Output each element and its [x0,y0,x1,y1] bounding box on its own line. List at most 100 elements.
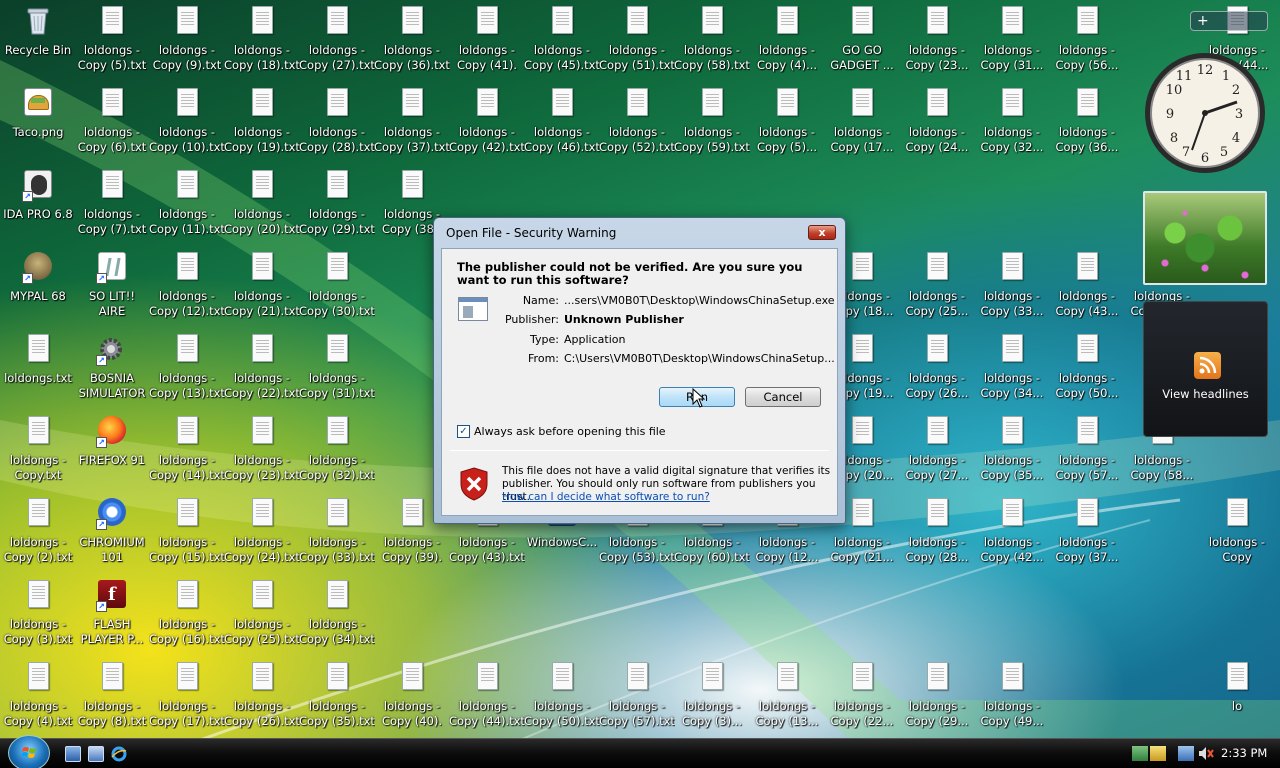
desktop-icon[interactable]: loldongs - Copy (11).txt [149,168,225,248]
desktop-icon[interactable]: loldongs - Copy (15).txt [149,496,225,576]
start-button[interactable] [8,735,50,768]
desktop-icon[interactable]: loldongs - Copy (57... [1049,414,1125,494]
desktop-icon[interactable]: Recycle Bin [0,4,76,84]
desktop-icon[interactable]: loldongs - Copy (57).txt [599,660,675,740]
desktop-icon[interactable]: loldongs - Copy (8).txt [74,660,150,740]
slideshow-gadget[interactable] [1143,191,1267,285]
desktop-icon[interactable]: loldongs - Copy (59).txt [674,86,750,166]
desktop-icon[interactable]: loldongs - Copy (19).txt [224,86,300,166]
desktop-icon[interactable]: lo [1199,660,1275,740]
desktop-icon[interactable]: loldongs - Copy (14).txt [149,414,225,494]
desktop-icon[interactable]: loldongs - Copy (20).txt [224,168,300,248]
desktop-icon[interactable]: loldongs - Copy (30).txt [299,250,375,330]
desktop-icon[interactable]: loldongs - Copy (36).txt [374,4,450,84]
desktop-icon[interactable]: loldongs - Copy (41). [449,4,525,84]
desktop-icon[interactable]: loldongs - Copy (17).txt [149,660,225,740]
desktop-icon[interactable]: loldongs - Copy (35... [974,414,1050,494]
desktop-icon[interactable]: Taco.png [0,86,76,166]
desktop-icon[interactable]: loldongs - Copy (26).txt [224,660,300,740]
gadget-toolbar[interactable]: + [1190,11,1268,31]
security-center-tray-icon[interactable] [1150,746,1166,761]
desktop-icon[interactable]: loldongs - Copy (31).txt [299,332,375,412]
view-headlines-link[interactable]: View headlines [1144,387,1267,401]
desktop-icon[interactable]: loldongs - Copy (26... [899,332,975,412]
always-ask-label[interactable]: Always ask before opening this file [474,425,666,438]
desktop-icon[interactable]: loldongs - Copy (45).txt [524,4,600,84]
always-ask-checkbox[interactable]: ✓ [457,425,470,438]
desktop-icon[interactable]: GO GO GADGET ... [824,4,900,84]
desktop-icon[interactable]: loldongs - Copy (37).txt [374,86,450,166]
desktop-icon[interactable]: loldongs - Copy (12).txt [149,250,225,330]
desktop-icon[interactable]: loldongs - Copy (6).txt [74,86,150,166]
desktop-icon[interactable]: ↗ IDA PRO 6.8 [0,168,76,248]
volume-muted-icon[interactable] [1198,746,1214,761]
desktop-icon[interactable]: loldongs - Copy (18).txt [224,4,300,84]
desktop-icon[interactable]: loldongs - Copy (27... [899,414,975,494]
desktop-icon[interactable]: loldongs - Copy (28... [899,496,975,576]
clock-gadget[interactable]: 12 3 6 9 12 45 78 1011 [1142,50,1268,176]
desktop-icon[interactable]: loldongs - Copy (37... [1049,496,1125,576]
desktop-icon[interactable]: loldongs - Copy (25).txt [224,578,300,658]
desktop-icon[interactable]: loldongs - Copy (9).txt [149,4,225,84]
desktop-icon[interactable]: loldongs - Copy (22).txt [224,332,300,412]
desktop-icon[interactable]: loldongs - Copy (3)... [674,660,750,740]
desktop-icon[interactable]: loldongs - Copy (35).txt [299,660,375,740]
desktop-icon[interactable]: loldongs - Copy.txt [0,414,76,494]
desktop-icon[interactable]: loldongs - Copy (10).txt [149,86,225,166]
desktop-icon[interactable]: loldongs - Copy (36... [1049,86,1125,166]
desktop-icon[interactable]: loldongs - Copy (34... [974,332,1050,412]
desktop-icon[interactable]: loldongs - Copy (58).txt [674,4,750,84]
desktop-icon[interactable]: ↗ SO LIT!! AIRE [74,250,150,330]
desktop-icon[interactable]: loldongs - Copy (4)... [749,4,825,84]
desktop-icon[interactable]: ↗ CHROMIUM 101 [74,496,150,576]
desktop-icon[interactable]: loldongs - Copy (50... [1049,332,1125,412]
desktop-icon[interactable]: loldongs - Copy (29).txt [299,168,375,248]
desktop-icon[interactable]: loldongs - Copy (23).txt [224,414,300,494]
desktop-icon[interactable]: loldongs.txt [0,332,76,412]
desktop-icon[interactable]: ↗ BOSNIA SIMULATOR [74,332,150,412]
desktop-icon[interactable]: loldongs - Copy (40). [374,660,450,740]
desktop-icon[interactable]: loldongs - Copy (4).txt [0,660,76,740]
desktop-icon[interactable]: loldongs - Copy (52).txt [599,86,675,166]
desktop-icon[interactable]: loldongs - Copy (46).txt [524,86,600,166]
desktop-icon[interactable]: loldongs - Copy (24).txt [224,496,300,576]
desktop-icon[interactable]: loldongs - Copy (32).txt [299,414,375,494]
desktop-icon[interactable]: loldongs - Copy (32... [974,86,1050,166]
desktop-icon[interactable]: loldongs - Copy (33... [974,250,1050,330]
desktop-icon[interactable]: loldongs - Copy (2).txt [0,496,76,576]
switch-windows-icon[interactable] [88,746,104,762]
internet-explorer-icon[interactable] [111,746,127,762]
desktop-icon[interactable]: loldongs - Copy (17... [824,86,900,166]
close-button[interactable]: x [808,225,836,240]
cancel-button[interactable]: Cancel [745,387,821,407]
help-link[interactable]: How can I decide what software to run? [502,491,710,503]
desktop-icon[interactable]: loldongs - Copy (33).txt [299,496,375,576]
desktop-icon[interactable]: loldongs - Copy (34).txt [299,578,375,658]
desktop-icon[interactable]: loldongs - Copy [1199,496,1275,576]
desktop-icon[interactable]: loldongs - Copy (29... [899,660,975,740]
computer-tray-icon[interactable] [1178,746,1194,761]
desktop-icon[interactable]: loldongs - Copy (50).txt [524,660,600,740]
desktop-icon[interactable]: loldongs - Copy (24... [899,86,975,166]
desktop-icon[interactable]: loldongs - Copy (43... [1049,250,1125,330]
desktop-icon[interactable]: loldongs - Copy (7).txt [74,168,150,248]
desktop-icon[interactable]: loldongs - Copy (27).txt [299,4,375,84]
desktop-icon[interactable]: loldongs - Copy (5)... [749,86,825,166]
desktop-icon[interactable]: loldongs - Copy (42).txt [449,86,525,166]
desktop-icon[interactable]: ↗ MYPAL 68 [0,250,76,330]
desktop-icon[interactable]: loldongs - Copy (21).txt [224,250,300,330]
desktop-icon[interactable]: loldongs - Copy (13).txt [149,332,225,412]
desktop-icon[interactable]: loldongs - Copy (44).txt [449,660,525,740]
desktop-icon[interactable]: loldongs - Copy (23... [899,4,975,84]
desktop-icon[interactable]: loldongs - Copy (3).txt [0,578,76,658]
desktop-icon[interactable]: loldongs - Copy (56... [1049,4,1125,84]
desktop-icon[interactable]: loldongs - Copy (22... [824,660,900,740]
desktop-icon[interactable]: loldongs - Copy (5).txt [74,4,150,84]
feed-headlines-gadget[interactable]: View headlines [1143,301,1268,437]
desktop-icon[interactable]: loldongs - Copy (25... [899,250,975,330]
desktop-icon[interactable]: loldongs - Copy (13... [749,660,825,740]
desktop-icon[interactable]: loldongs - Copy (42... [974,496,1050,576]
desktop-icon[interactable]: loldongs - Copy (31... [974,4,1050,84]
desktop-icon[interactable]: loldongs - Copy (16).txt [149,578,225,658]
taskbar-clock[interactable]: 2:33 PM [1221,746,1267,760]
